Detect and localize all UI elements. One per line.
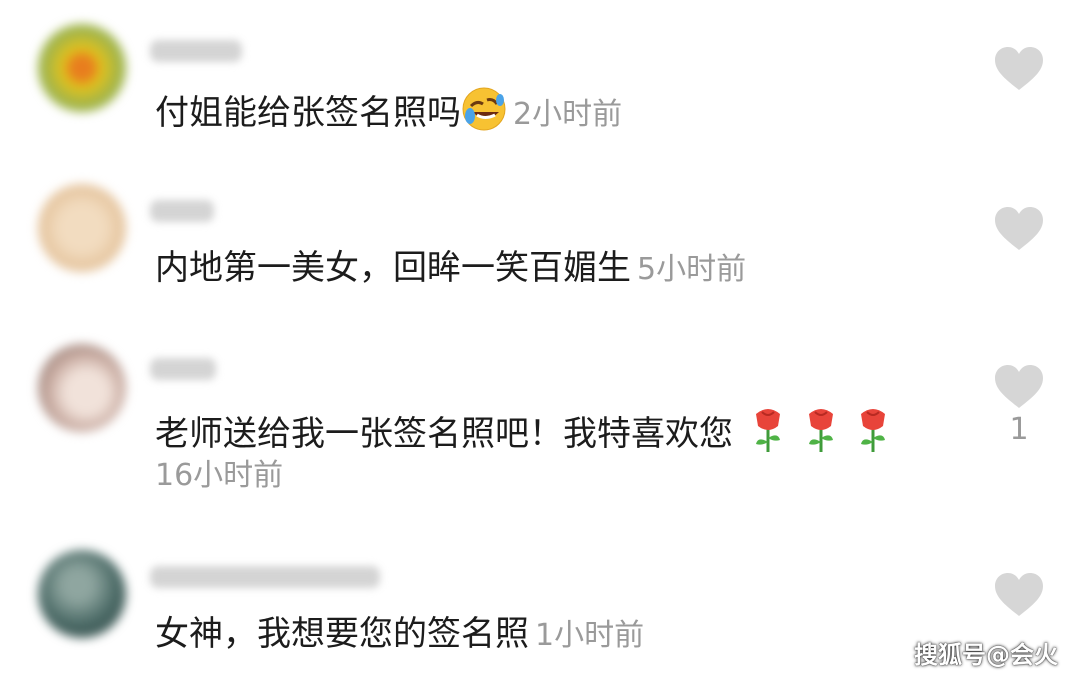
- username-blurred[interactable]: [150, 40, 242, 62]
- comment-time: 1小时前: [535, 618, 645, 653]
- comment-text: 付姐能给张签名照吗: [155, 93, 461, 133]
- comment-time: 5小时前: [637, 252, 747, 287]
- like-count: 1: [1009, 412, 1029, 447]
- username-blurred[interactable]: [150, 358, 216, 380]
- avatar[interactable]: [38, 344, 126, 432]
- comment-text: 内地第一美女，回眸一笑百媚生: [155, 248, 631, 288]
- watermark: 搜狐号@会火: [914, 641, 1058, 669]
- comment-time: 16小时前: [155, 458, 284, 493]
- heart-icon[interactable]: [993, 206, 1045, 252]
- comment-text: 老师送给我一张签名照吧！我特喜欢您: [155, 414, 733, 454]
- avatar[interactable]: [38, 184, 126, 272]
- rose-emoji: [803, 406, 839, 465]
- comment-text-row: 内地第一美女，回眸一笑百媚生 5小时前: [155, 246, 746, 292]
- avatar[interactable]: [38, 24, 126, 112]
- rofl-emoji: [461, 86, 507, 143]
- comment-text: 女神，我想要您的签名照: [155, 614, 529, 654]
- rose-emoji: [750, 406, 786, 465]
- comment-text-row: 女神，我想要您的签名照 1小时前: [155, 612, 644, 658]
- comment-time: 2小时前: [513, 97, 623, 132]
- heart-icon[interactable]: [993, 572, 1045, 618]
- heart-icon[interactable]: [993, 46, 1045, 92]
- username-blurred[interactable]: [150, 566, 380, 588]
- comment-text-row: 付姐能给张签名照吗 2小时前: [155, 86, 622, 143]
- username-blurred[interactable]: [150, 200, 214, 222]
- rose-emoji: [855, 406, 891, 465]
- avatar[interactable]: [38, 550, 126, 638]
- heart-icon[interactable]: [993, 364, 1045, 410]
